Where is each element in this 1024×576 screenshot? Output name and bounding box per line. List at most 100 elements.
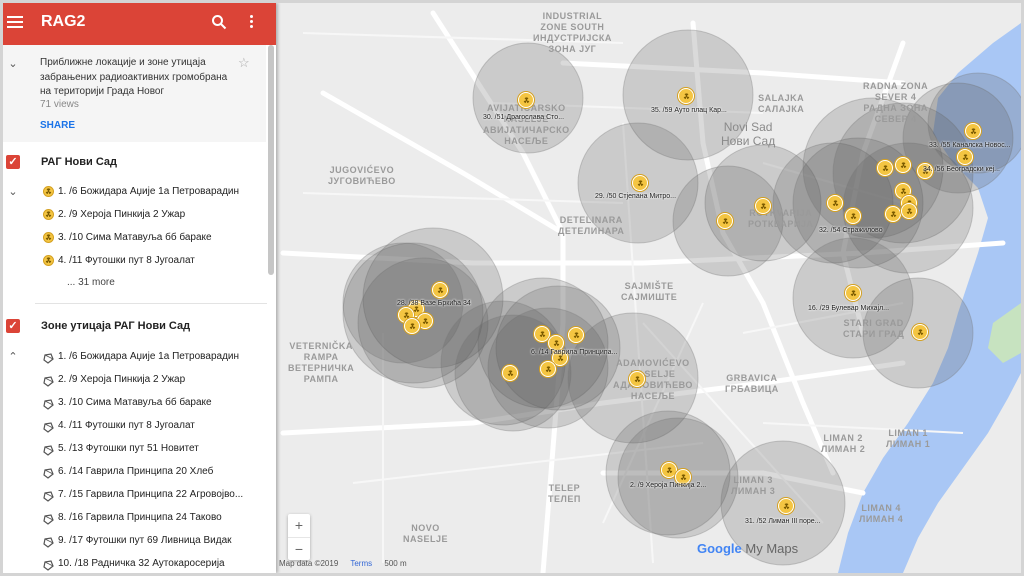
list-item[interactable]: 2. /9 Хероја Пинкија 2 Ужар: [3, 370, 266, 392]
map-description-panel: ⌄ Приближне локације и зоне утицаја забр…: [3, 45, 266, 142]
list-item-label: 1. /6 Божидара Аџије 1а Петроварадин: [58, 351, 240, 362]
radiation-marker[interactable]: [957, 149, 973, 165]
marker-label: 28. /38 Вазе Бркића 34: [397, 300, 471, 307]
chevron-down-icon[interactable]: ⌄: [7, 58, 19, 70]
scale-bar: 500 m: [384, 559, 407, 568]
radiation-marker[interactable]: [845, 208, 861, 224]
marker-label: 29. /50 Стјепана Митро...: [595, 193, 677, 200]
radiation-marker[interactable]: [827, 195, 843, 211]
my-maps-logo: My Maps: [745, 541, 799, 556]
radiation-marker[interactable]: [755, 198, 771, 214]
district-label: SAJMIŠTE САЈМИШТЕ: [621, 281, 678, 302]
polygon-icon: [43, 535, 54, 548]
list-item[interactable]: 9. /17 Футошки пут 69 Ливница Видак: [3, 531, 266, 553]
sidebar: RAG2 ⌄ Приближне локације и зоне утицаја…: [3, 3, 276, 573]
radiation-icon: [43, 186, 54, 197]
radiation-marker[interactable]: [678, 88, 694, 104]
list-item[interactable]: 8. /16 Гарвила Принципа 24 Таково: [3, 508, 266, 530]
polygon-icon: [43, 351, 54, 364]
district-label: JUGOVIĆEVO ЈУГОВИЋЕВО: [328, 165, 396, 186]
search-icon[interactable]: [211, 14, 227, 30]
district-label: RADNA ZONA SEVER 4 РАДНА ЗОНА СЕВЕР 4: [863, 81, 929, 124]
list-item[interactable]: 4. /11 Футошки пут 8 Југоалат: [3, 251, 266, 273]
list-item[interactable]: 1. /6 Божидара Аџије 1а Петроварадин: [3, 182, 266, 204]
district-label: LIMAN 4 ЛИМАН 4: [859, 503, 904, 524]
app-title: RAG2: [41, 13, 86, 30]
list-item-label: 9. /17 Футошки пут 69 Ливница Видак: [58, 535, 232, 546]
list-item[interactable]: 7. /15 Гарвила Принципа 22 Агровојво...: [3, 485, 266, 507]
district-label: DETELINARA ДЕТЕЛИНАРА: [558, 215, 625, 236]
list-item-label: 10. /18 Радничка 32 Аутокаросерија: [58, 558, 225, 569]
sidebar-scrollbar[interactable]: [268, 45, 274, 275]
radiation-marker[interactable]: [845, 285, 861, 301]
radiation-marker[interactable]: [502, 365, 518, 381]
map-description: Приближне локације и зоне утицаја забрањ…: [40, 57, 228, 97]
list-item[interactable]: 3. /10 Сима Матавуља бб бараке: [3, 393, 266, 415]
list-item[interactable]: 5. /13 Футошки пут 51 Новитет: [3, 439, 266, 461]
radiation-marker[interactable]: [717, 213, 733, 229]
more-items-link[interactable]: ... 31 more: [67, 277, 115, 288]
radiation-marker[interactable]: [518, 92, 534, 108]
radiation-icon: [43, 232, 54, 243]
list-item-label: 5. /13 Футошки пут 51 Новитет: [58, 443, 199, 454]
layer-title: РАГ Нови Сад: [41, 156, 118, 168]
list-item-label: 8. /16 Гарвила Принципа 24 Таково: [58, 512, 222, 523]
district-label: SALAJKA САЛАЈКА: [758, 93, 805, 114]
polygon-icon: [43, 374, 54, 387]
list-item[interactable]: 4. /11 Футошки пут 8 Југоалат: [3, 416, 266, 438]
district-label: TELEP ТЕЛЕП: [548, 483, 581, 504]
district-label: GRBAVICA ГРБАВИЦА: [725, 373, 779, 394]
marker-label: 32. /54 Стражилово: [819, 227, 883, 234]
zoom-in-button[interactable]: +: [288, 514, 310, 538]
polygon-icon: [43, 397, 54, 410]
list-item[interactable]: 1. /6 Божидара Аџије 1а Петроварадин: [3, 347, 266, 369]
radiation-marker[interactable]: [632, 175, 648, 191]
district-label: VETERNIČKA RAMPA ВЕТЕРНИЧКА РАМПА: [288, 341, 355, 384]
layer-title: Зоне утицаја РАГ Нови Сад: [41, 320, 191, 332]
radiation-marker[interactable]: [404, 318, 420, 334]
marker-label: 16. /29 Булевар Михајл...: [808, 305, 890, 312]
district-label: AVIJATIČARSKO NASELJE АВИЈАТИЧАРСКО НАСЕЉЕ: [483, 103, 570, 146]
layer-checkbox[interactable]: ✓: [6, 155, 20, 169]
polygon-icon: [43, 489, 54, 502]
radiation-marker[interactable]: [568, 327, 584, 343]
marker-label: 31. /52 Лиман III поре...: [745, 518, 821, 525]
radiation-marker[interactable]: [885, 206, 901, 222]
list-item-label: 4. /11 Футошки пут 8 Југоалат: [58, 420, 195, 431]
terms-link[interactable]: Terms: [350, 559, 372, 568]
radiation-marker[interactable]: [965, 123, 981, 139]
layer-header-rag[interactable]: ✓ РАГ Нови Сад: [3, 151, 266, 175]
radiation-marker[interactable]: [778, 498, 794, 514]
polygon-icon: [43, 512, 54, 525]
google-logo: Google: [697, 541, 742, 556]
radiation-marker[interactable]: [895, 157, 911, 173]
radiation-marker[interactable]: [629, 371, 645, 387]
list-item[interactable]: 10. /18 Радничка 32 Аутокаросерија: [3, 554, 266, 573]
marker-label: 34. /56 Београдски кеј...: [923, 166, 1000, 173]
radiation-marker[interactable]: [877, 160, 893, 176]
app-frame: INDUSTRIAL ZONE SOUTH ИНДУСТРИЈСКА ЗОНА ЈУГ…: [3, 3, 1021, 573]
list-item[interactable]: 6. /14 Гаврила Принципа 20 Хлеб: [3, 462, 266, 484]
radiation-icon: [43, 255, 54, 266]
city-label: Novi Sad Нови Сад: [721, 120, 776, 148]
layer-header-zones[interactable]: ✓ Зоне утицаја РАГ Нови Сад: [3, 315, 266, 339]
list-item[interactable]: 2. /9 Хероја Пинкија 2 Ужар: [3, 205, 266, 227]
share-button[interactable]: SHARE: [40, 120, 75, 131]
list-item-label: 3. /10 Сима Матавуља бб бараке: [58, 232, 212, 243]
marker-label: 30. /51 Драгослава Сто...: [483, 114, 565, 121]
more-vert-icon[interactable]: [247, 13, 255, 31]
radiation-marker[interactable]: [901, 203, 917, 219]
menu-icon[interactable]: [7, 13, 23, 29]
radiation-marker[interactable]: [912, 324, 928, 340]
radiation-marker[interactable]: [432, 282, 448, 298]
zoom-out-button[interactable]: −: [288, 538, 310, 561]
district-label: ADAMOVIĆEVO NASELJE АДАМОВИЋЕВО НАСЕЉЕ: [613, 358, 693, 401]
district-label: LIMAN 3 ЛИМАН 3: [731, 475, 776, 496]
polygon-icon: [43, 443, 54, 456]
radiation-marker[interactable]: [540, 361, 556, 377]
list-item[interactable]: 3. /10 Сима Матавуља бб бараке: [3, 228, 266, 250]
zoom-control: + −: [288, 514, 310, 560]
star-icon[interactable]: ☆: [238, 55, 250, 71]
layer-checkbox[interactable]: ✓: [6, 319, 20, 333]
list-item-label: 6. /14 Гаврила Принципа 20 Хлеб: [58, 466, 214, 477]
